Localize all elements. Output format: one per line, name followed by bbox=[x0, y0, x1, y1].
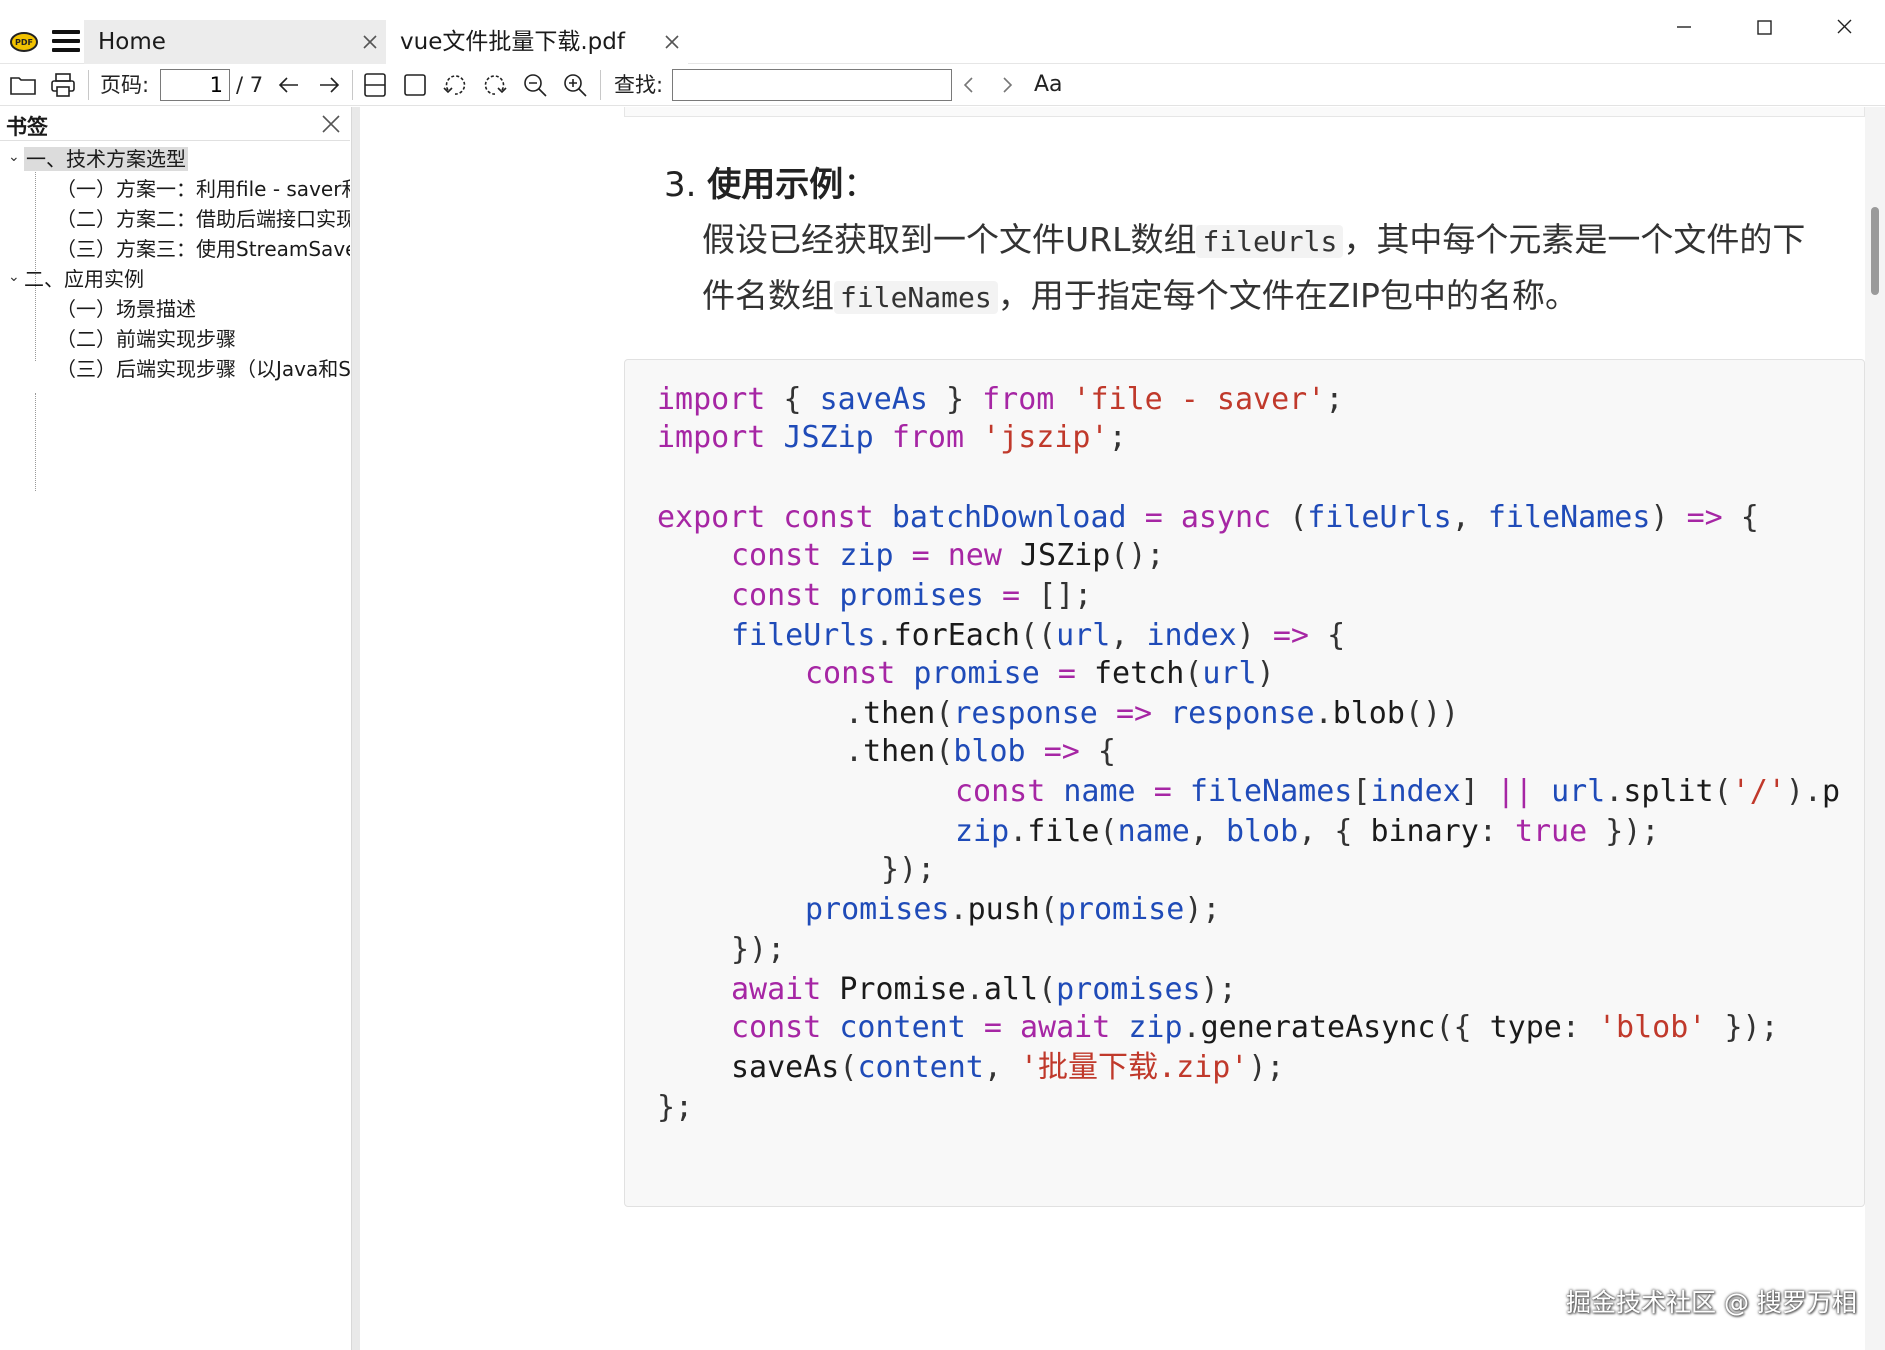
heading-colon: ： bbox=[843, 165, 878, 205]
code-line: const content = await zip.generateAsync(… bbox=[731, 1010, 1779, 1045]
page-total: / 7 bbox=[236, 73, 264, 97]
sidebar-header: 书签 bbox=[0, 107, 350, 141]
toolbar: 页码: / 7 查找: Aa bbox=[0, 64, 1885, 106]
rotate-right-icon[interactable] bbox=[480, 70, 510, 100]
bookmark-item-section1[interactable]: 一、技术方案选型 bbox=[24, 145, 350, 173]
code-line: }); bbox=[881, 852, 936, 887]
scrollbar-thumb[interactable] bbox=[1871, 207, 1879, 295]
collapse-chevron-icon[interactable]: ⌄ bbox=[8, 149, 20, 165]
inline-code-fileurls: fileUrls bbox=[1196, 225, 1344, 258]
search-next-icon[interactable] bbox=[992, 70, 1022, 100]
code-line: const promises = []; bbox=[731, 578, 1093, 613]
search-label: 查找: bbox=[614, 73, 664, 97]
watermark: 掘金技术社区 @ 搜罗万相 bbox=[1566, 1288, 1857, 1317]
code-line: promises.push(promise); bbox=[805, 892, 1221, 927]
inline-code-filenames: fileNames bbox=[834, 281, 998, 314]
bookmark-label: （一）方案一：利用file - saver和 bbox=[56, 177, 350, 201]
toolbar-separator bbox=[352, 70, 353, 100]
paragraph-text: 假设已经获取到一个文件URL数组 bbox=[702, 220, 1197, 259]
page-number-input[interactable] bbox=[160, 69, 230, 101]
sidebar-close-icon[interactable] bbox=[320, 113, 342, 135]
code-line: }); bbox=[731, 932, 786, 967]
bookmark-label: （三）方案三：使用StreamSaver bbox=[56, 237, 350, 261]
pdf-page-view: 3. 使用示例： 假设已经获取到一个文件URL数组 fileUrls ，其中每个元素… bbox=[360, 107, 1865, 1350]
single-page-icon[interactable] bbox=[400, 70, 430, 100]
code-line: export const batchDownload = async (file… bbox=[657, 500, 1759, 535]
bookmark-label: 一、技术方案选型 bbox=[24, 147, 188, 171]
bookmark-item-scenario[interactable]: （一）场景描述 bbox=[56, 295, 350, 323]
search-input[interactable] bbox=[672, 69, 952, 101]
toolbar-separator bbox=[600, 70, 601, 100]
sidebar-title: 书签 bbox=[6, 115, 48, 139]
code-line: import { saveAs } from 'file - saver'; bbox=[657, 382, 1344, 417]
title-bar: PDF Home vue文件批量下载.pdf bbox=[0, 0, 1885, 64]
code-line: const promise = fetch(url) bbox=[805, 656, 1275, 691]
code-line: .then(blob => { bbox=[845, 734, 1116, 769]
tab-home[interactable]: Home bbox=[84, 20, 386, 64]
tree-guide-line bbox=[35, 393, 36, 491]
match-case-toggle[interactable]: Aa bbox=[1034, 72, 1063, 98]
code-line: import JSZip from 'jszip'; bbox=[657, 420, 1127, 455]
zoom-in-icon[interactable] bbox=[560, 70, 590, 100]
bookmark-item-section2[interactable]: 二、应用实例 bbox=[24, 265, 350, 293]
bookmark-item-option3[interactable]: （三）方案三：使用StreamSaver bbox=[56, 235, 350, 263]
tab-pdf-close-icon[interactable] bbox=[662, 32, 682, 52]
code-line: }; bbox=[657, 1090, 694, 1125]
bookmark-label: （一）场景描述 bbox=[56, 297, 196, 321]
svg-text:PDF: PDF bbox=[15, 38, 33, 47]
paragraph-text: 件名数组 bbox=[702, 276, 834, 315]
next-page-arrow-icon[interactable] bbox=[314, 70, 344, 100]
pdf-app-logo-icon: PDF bbox=[10, 32, 38, 52]
paragraph-line-1: 假设已经获取到一个文件URL数组 fileUrls ，其中每个元素是一个文件的下 bbox=[702, 213, 1805, 269]
panel-splitter[interactable] bbox=[352, 107, 360, 1350]
code-line: fileUrls.forEach((url, index) => { bbox=[731, 618, 1346, 653]
previous-block-edge bbox=[624, 107, 1865, 117]
tab-home-close-icon[interactable] bbox=[360, 32, 380, 52]
paragraph-text: ，用于指定每个文件在ZIP包中的名称。 bbox=[997, 276, 1578, 315]
paragraph-line-2: 件名数组 fileNames ，用于指定每个文件在ZIP包中的名称。 bbox=[702, 269, 1578, 325]
previous-page-arrow-icon[interactable] bbox=[274, 70, 304, 100]
tree-guide-line bbox=[35, 165, 36, 361]
code-line: saveAs(content, '批量下载.zip'); bbox=[731, 1050, 1285, 1085]
maximize-icon[interactable] bbox=[1744, 10, 1784, 44]
page-label: 页码: bbox=[100, 73, 150, 97]
bookmark-item-option1[interactable]: （一）方案一：利用file - saver和 bbox=[56, 175, 350, 203]
bookmarks-sidebar: 书签 ⌄ 一、技术方案选型 （一）方案一：利用file - saver和 （二）… bbox=[0, 107, 352, 1350]
minimize-icon[interactable] bbox=[1664, 10, 1704, 44]
bookmark-item-frontend-steps[interactable]: （二）前端实现步骤 bbox=[56, 325, 350, 353]
continuous-page-icon[interactable] bbox=[360, 70, 390, 100]
code-line: const zip = new JSZip(); bbox=[731, 538, 1165, 573]
hamburger-menu-icon[interactable] bbox=[52, 30, 80, 54]
collapse-chevron-icon[interactable]: ⌄ bbox=[8, 269, 20, 285]
close-window-icon[interactable] bbox=[1824, 10, 1864, 44]
code-line: zip.file(name, blob, { binary: true }); bbox=[955, 814, 1660, 849]
section-heading: 3. 使用示例： bbox=[664, 163, 877, 207]
bookmark-label: （二）前端实现步骤 bbox=[56, 327, 236, 351]
toolbar-separator bbox=[88, 70, 89, 100]
code-block: import { saveAs } from 'file - saver'; i… bbox=[624, 359, 1865, 1207]
code-line: const name = fileNames[index] || url.spl… bbox=[955, 774, 1841, 809]
zoom-out-icon[interactable] bbox=[520, 70, 550, 100]
code-line: .then(response => response.blob()) bbox=[845, 696, 1460, 731]
bookmark-label: 二、应用实例 bbox=[24, 267, 144, 291]
tab-pdf-label: vue文件批量下载.pdf bbox=[400, 29, 625, 55]
bookmark-label: （二）方案二：借助后端接口实现 bbox=[56, 207, 350, 231]
open-folder-icon[interactable] bbox=[8, 70, 38, 100]
paragraph-text: ，其中每个元素是一个文件的下 bbox=[1343, 220, 1806, 259]
vertical-scrollbar[interactable] bbox=[1865, 107, 1885, 1350]
search-previous-icon[interactable] bbox=[954, 70, 984, 100]
tab-pdf-document[interactable]: vue文件批量下载.pdf bbox=[386, 20, 688, 64]
print-icon[interactable] bbox=[48, 70, 78, 100]
bookmark-item-backend-steps[interactable]: （三）后端实现步骤（以Java和S bbox=[56, 355, 350, 383]
code-line: await Promise.all(promises); bbox=[731, 972, 1237, 1007]
rotate-left-icon[interactable] bbox=[440, 70, 470, 100]
tab-home-label: Home bbox=[98, 29, 166, 55]
bookmark-item-option2[interactable]: （二）方案二：借助后端接口实现 bbox=[56, 205, 350, 233]
bookmark-label: （三）后端实现步骤（以Java和S bbox=[56, 357, 350, 381]
heading-number: 3. bbox=[664, 165, 697, 205]
heading-title: 使用示例 bbox=[707, 165, 844, 205]
